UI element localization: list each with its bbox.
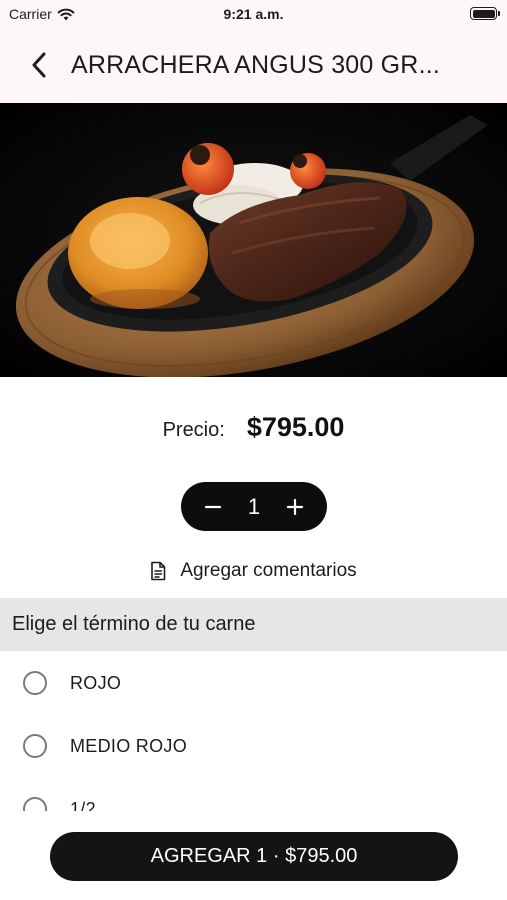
option-label: 1/2 — [70, 799, 96, 811]
doneness-options: ROJO MEDIO ROJO 1/2 — [0, 651, 507, 811]
nav-bar: ARRACHERA ANGUS 300 GR... — [0, 28, 507, 103]
battery-icon — [470, 7, 500, 20]
status-bar: Carrier 9:21 a.m. — [0, 0, 507, 28]
add-comments-label: Agregar comentarios — [180, 560, 357, 581]
chevron-left-icon — [32, 52, 46, 78]
plus-icon — [286, 498, 304, 515]
add-comments-button[interactable]: Agregar comentarios — [0, 560, 507, 582]
option-rojo[interactable]: ROJO — [0, 651, 507, 715]
option-medio[interactable]: 1/2 — [0, 777, 507, 811]
price-label: Precio: — [162, 419, 225, 441]
minus-icon — [204, 505, 222, 508]
decrease-quantity-button[interactable] — [195, 489, 231, 525]
page-title: ARRACHERA ANGUS 300 GR... — [71, 51, 441, 79]
section-header: Elige el término de tu carne — [0, 598, 507, 651]
option-label: MEDIO ROJO — [70, 736, 188, 756]
option-label: ROJO — [70, 673, 122, 693]
option-medio-rojo[interactable]: MEDIO ROJO — [0, 714, 507, 778]
battery-fill — [472, 9, 495, 18]
add-to-cart-button[interactable]: AGREGAR 1 · $795.00 — [50, 832, 458, 881]
radio-button[interactable] — [23, 671, 47, 695]
radio-button[interactable] — [23, 734, 47, 758]
section-title: Elige el término de tu carne — [12, 613, 256, 635]
quantity-value: 1 — [247, 493, 261, 519]
quantity-stepper: 1 — [181, 482, 327, 531]
back-button[interactable] — [22, 48, 56, 82]
status-time: 9:21 a.m. — [223, 6, 284, 22]
product-image — [0, 103, 507, 377]
radio-button[interactable] — [23, 797, 47, 811]
document-icon — [151, 561, 166, 581]
add-to-cart-label: AGREGAR 1 · $795.00 — [150, 845, 358, 867]
steak-illustration — [0, 103, 507, 377]
increase-quantity-button[interactable] — [277, 489, 313, 525]
price-value: $795.00 — [246, 412, 345, 442]
price-row: Precio: $795.00 — [0, 412, 507, 443]
